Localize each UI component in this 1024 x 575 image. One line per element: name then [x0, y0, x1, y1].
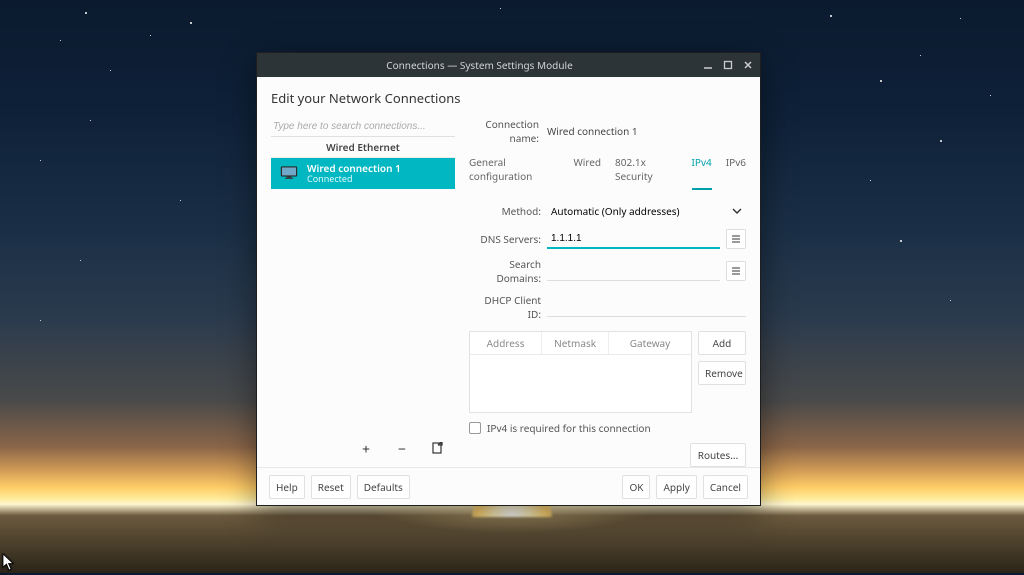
- defaults-button[interactable]: Defaults: [357, 475, 410, 499]
- conn-name-label: Connection name:: [469, 117, 539, 145]
- chevron-down-icon[interactable]: [728, 208, 746, 214]
- connection-editor: Connection name: Wired connection 1 Gene…: [469, 117, 746, 467]
- ipv4-required-label: IPv4 is required for this connection: [487, 421, 651, 435]
- window-title: Connections — System Settings Module: [257, 58, 702, 72]
- search-input[interactable]: [271, 117, 455, 137]
- dialog-footer: Help Reset Defaults OK Apply Cancel: [257, 467, 760, 505]
- col-netmask: Netmask: [542, 332, 609, 354]
- tab-general[interactable]: General configuration: [469, 153, 559, 190]
- method-select[interactable]: Automatic (Only addresses): [547, 201, 728, 221]
- add-connection-button[interactable]: +: [359, 440, 373, 459]
- dhcp-label: DHCP Client ID:: [469, 293, 541, 321]
- titlebar[interactable]: Connections — System Settings Module: [257, 53, 760, 77]
- col-address: Address: [470, 332, 542, 354]
- col-gateway: Gateway: [609, 332, 691, 354]
- connection-status: Connected: [307, 174, 401, 184]
- remove-address-button[interactable]: Remove: [698, 361, 746, 385]
- remove-connection-button[interactable]: −: [395, 440, 409, 459]
- search-domains-label: Search Domains:: [469, 257, 541, 285]
- export-connection-button[interactable]: [431, 440, 445, 459]
- minimize-button[interactable]: [702, 59, 714, 71]
- ok-button[interactable]: OK: [622, 475, 650, 499]
- routes-button[interactable]: Routes...: [690, 443, 746, 467]
- group-header-wired: Wired Ethernet: [271, 137, 455, 158]
- cursor-icon: [2, 553, 16, 571]
- tab-ipv4[interactable]: IPv4: [692, 153, 712, 190]
- connection-item-wired-1[interactable]: Wired connection 1 Connected: [271, 158, 455, 189]
- dns-edit-button[interactable]: [726, 229, 746, 249]
- ipv4-required-checkbox[interactable]: [469, 422, 481, 434]
- tab-8021x[interactable]: 802.1x Security: [615, 153, 677, 190]
- search-domains-edit-button[interactable]: [726, 261, 746, 281]
- apply-button[interactable]: Apply: [656, 475, 696, 499]
- settings-window: Connections — System Settings Module Edi…: [256, 52, 761, 506]
- search-domains-input[interactable]: [547, 261, 720, 281]
- dhcp-input[interactable]: [547, 297, 746, 317]
- cancel-button[interactable]: Cancel: [703, 475, 748, 499]
- dns-input[interactable]: [547, 229, 720, 249]
- dns-label: DNS Servers:: [469, 232, 541, 246]
- connections-sidebar: Wired Ethernet Wired connection 1 Connec…: [271, 117, 455, 467]
- close-button[interactable]: [742, 59, 754, 71]
- tab-wired[interactable]: Wired: [573, 153, 601, 190]
- method-label: Method:: [469, 204, 541, 218]
- add-address-button[interactable]: Add: [698, 331, 746, 355]
- help-button[interactable]: Help: [269, 475, 305, 499]
- maximize-button[interactable]: [722, 59, 734, 71]
- address-table[interactable]: Address Netmask Gateway: [469, 331, 692, 413]
- monitor-icon: [279, 165, 299, 181]
- tab-ipv6[interactable]: IPv6: [726, 153, 746, 190]
- reset-button[interactable]: Reset: [311, 475, 351, 499]
- conn-name-value[interactable]: Wired connection 1: [547, 124, 746, 138]
- tab-bar: General configuration Wired 802.1x Secur…: [469, 153, 746, 191]
- page-title: Edit your Network Connections: [271, 89, 746, 107]
